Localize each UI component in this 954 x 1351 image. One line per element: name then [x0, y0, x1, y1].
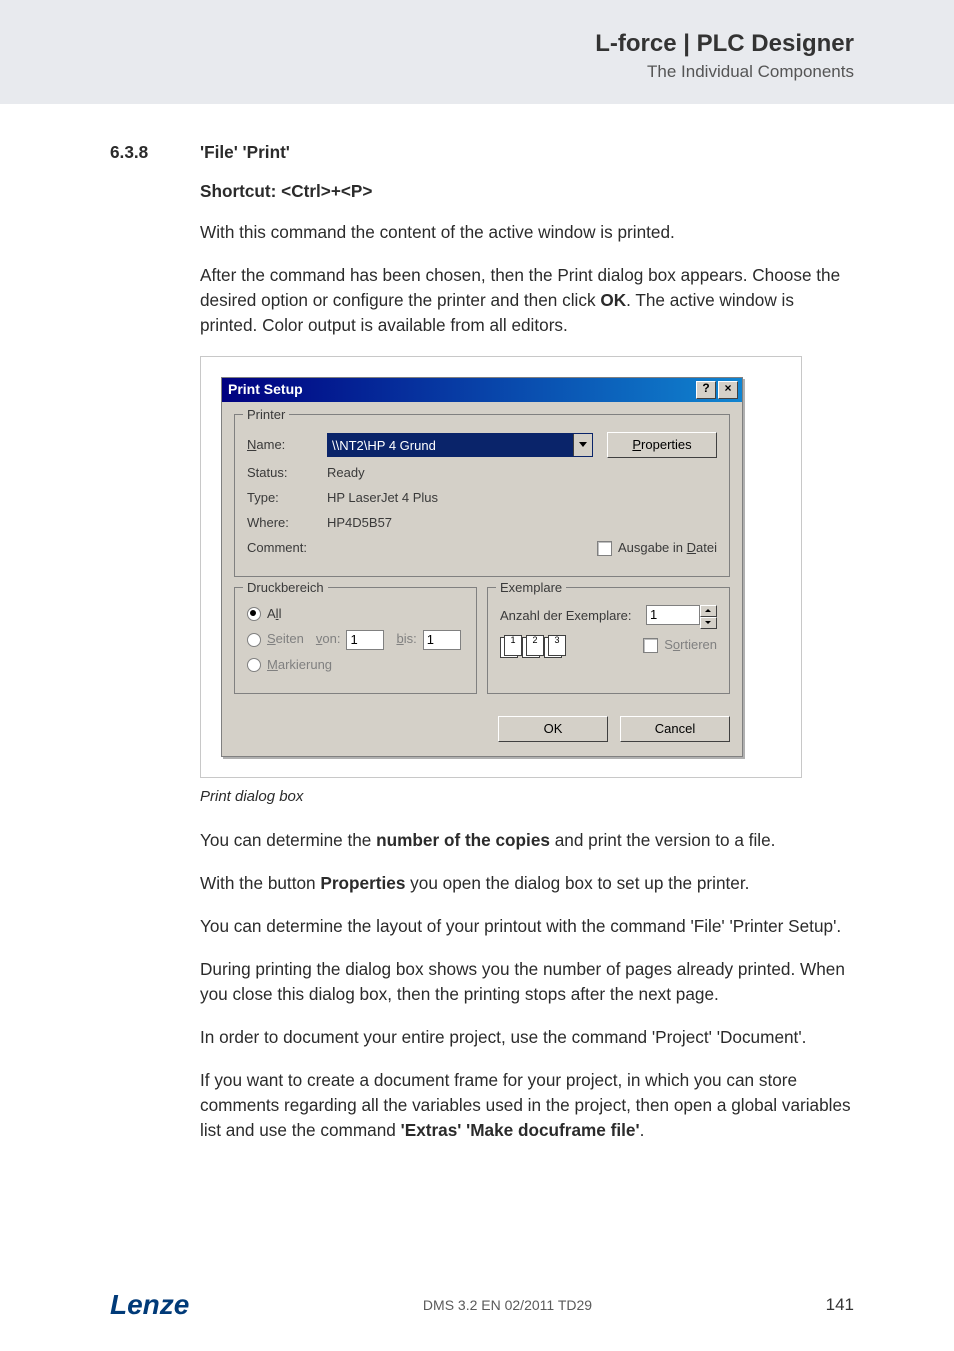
range-to-input[interactable]	[423, 630, 461, 650]
printer-comment-label: Comment:	[247, 539, 327, 558]
printer-name-row: Name: Properties	[247, 432, 717, 459]
dialog-buttons: OK Cancel	[234, 716, 730, 743]
copies-count-label: Anzahl der Exemplare:	[500, 607, 632, 626]
output-to-file-label: Ausgabe in Datei	[618, 539, 717, 558]
printer-type-row: Type: HP LaserJet 4 Plus	[247, 489, 717, 508]
copies-b: and print the version to a file.	[550, 830, 775, 850]
help-button[interactable]: ?	[696, 381, 716, 399]
collate-row: 1 1 2 2 3 3 Sortieren	[500, 635, 717, 657]
spin-down-icon[interactable]	[700, 617, 717, 629]
range-copies-row: Druckbereich All Seiten von: bis:	[234, 587, 730, 704]
printer-type-value: HP LaserJet 4 Plus	[327, 489, 438, 508]
radio-off-icon	[247, 633, 261, 647]
intro2-bold: OK	[600, 290, 626, 310]
printer-name-input[interactable]	[328, 434, 573, 456]
collate-checkbox[interactable]: Sortieren	[643, 636, 717, 655]
printer-type-label: Type:	[247, 489, 327, 508]
range-to-label: bis:	[396, 630, 416, 649]
range-pages-label: Seiten	[267, 630, 304, 649]
radio-on-icon	[247, 607, 261, 621]
range-from-input[interactable]	[346, 630, 384, 650]
cancel-button[interactable]: Cancel	[620, 716, 730, 743]
figure-caption: Print dialog box	[200, 786, 854, 808]
copies-group: Exemplare Anzahl der Exemplare:	[487, 587, 730, 694]
printer-where-label: Where:	[247, 514, 327, 533]
brand-logo: Lenze	[110, 1289, 189, 1321]
copies-a: You can determine the	[200, 830, 376, 850]
range-all-label: All	[267, 605, 281, 624]
docframe-paragraph: If you want to create a document frame f…	[200, 1068, 854, 1143]
document-paragraph: In order to document your entire project…	[200, 1025, 854, 1050]
properties-paragraph: With the button Properties you open the …	[200, 871, 854, 896]
copies-count-row: Anzahl der Exemplare:	[500, 605, 717, 629]
content-area: 6.3.8 'File' 'Print' Shortcut: <Ctrl>+<P…	[200, 140, 854, 1143]
dialog-title: Print Setup	[228, 379, 694, 399]
checkbox-icon	[597, 541, 612, 556]
section-number: 6.3.8	[110, 140, 200, 165]
range-all-radio[interactable]: All	[247, 605, 464, 624]
intro-paragraph-1: With this command the content of the act…	[200, 220, 854, 245]
printer-where-value: HP4D5B57	[327, 514, 392, 533]
dialog-body: Printer Name: Properties Status: Ready	[222, 402, 742, 757]
footer-doc-id: DMS 3.2 EN 02/2011 TD29	[189, 1297, 825, 1313]
collate-label: Sortieren	[664, 636, 717, 655]
range-from-label: von:	[316, 630, 341, 649]
section-heading: 6.3.8 'File' 'Print'	[200, 140, 854, 165]
ok-button[interactable]: OK	[498, 716, 608, 743]
printer-comment-row: Comment: Ausgabe in Datei	[247, 539, 717, 558]
docframe-b: .	[640, 1120, 645, 1140]
print-range-group: Druckbereich All Seiten von: bis:	[234, 587, 477, 694]
range-pages-radio[interactable]: Seiten von: bis:	[247, 630, 464, 650]
printer-status-row: Status: Ready	[247, 464, 717, 483]
collate-icon: 1 1 2 2 3 3	[500, 635, 564, 657]
copies-bold: number of the copies	[376, 830, 550, 850]
close-button[interactable]: ×	[718, 381, 738, 399]
brand-title: L-force | PLC Designer	[0, 30, 854, 58]
radio-off-icon	[247, 658, 261, 672]
printer-group: Printer Name: Properties Status: Ready	[234, 414, 730, 577]
layout-paragraph: You can determine the layout of your pri…	[200, 914, 854, 939]
output-to-file-checkbox[interactable]: Ausgabe in Datei	[597, 539, 717, 558]
brand-section: The Individual Components	[0, 62, 854, 82]
copies-group-legend: Exemplare	[496, 579, 566, 598]
printer-status-label: Status:	[247, 464, 327, 483]
copies-count-input[interactable]	[646, 605, 700, 625]
section-title: 'File' 'Print'	[200, 140, 290, 165]
intro-paragraph-2: After the command has been chosen, then …	[200, 263, 854, 338]
page-footer: Lenze DMS 3.2 EN 02/2011 TD29 141	[110, 1289, 854, 1321]
props-bold: Properties	[320, 873, 405, 893]
chevron-down-icon[interactable]	[573, 434, 592, 456]
printer-name-combo[interactable]	[327, 433, 593, 457]
printer-status-value: Ready	[327, 464, 365, 483]
print-range-legend: Druckbereich	[243, 579, 328, 598]
checkbox-icon	[643, 638, 658, 653]
dialog-titlebar: Print Setup ? ×	[222, 378, 742, 402]
dialog-frame: Print Setup ? × Printer Name: Properties	[200, 356, 802, 779]
spin-up-icon[interactable]	[700, 605, 717, 617]
copies-count-stepper[interactable]	[646, 605, 717, 629]
during-paragraph: During printing the dialog box shows you…	[200, 957, 854, 1007]
range-selection-radio[interactable]: Markierung	[247, 656, 464, 675]
footer-page-number: 141	[826, 1295, 854, 1315]
range-selection-label: Markierung	[267, 656, 332, 675]
page-header: L-force | PLC Designer The Individual Co…	[0, 0, 954, 104]
shortcut-line: Shortcut: <Ctrl>+<P>	[200, 179, 854, 204]
props-a: With the button	[200, 873, 320, 893]
docframe-bold: 'Extras' 'Make docuframe file'	[401, 1120, 640, 1140]
props-b: you open the dialog box to set up the pr…	[405, 873, 749, 893]
printer-group-legend: Printer	[243, 406, 289, 425]
copies-paragraph: You can determine the number of the copi…	[200, 828, 854, 853]
printer-where-row: Where: HP4D5B57	[247, 514, 717, 533]
printer-name-label: Name:	[247, 436, 327, 455]
print-setup-dialog: Print Setup ? × Printer Name: Properties	[221, 377, 743, 758]
properties-button[interactable]: Properties	[607, 432, 717, 459]
